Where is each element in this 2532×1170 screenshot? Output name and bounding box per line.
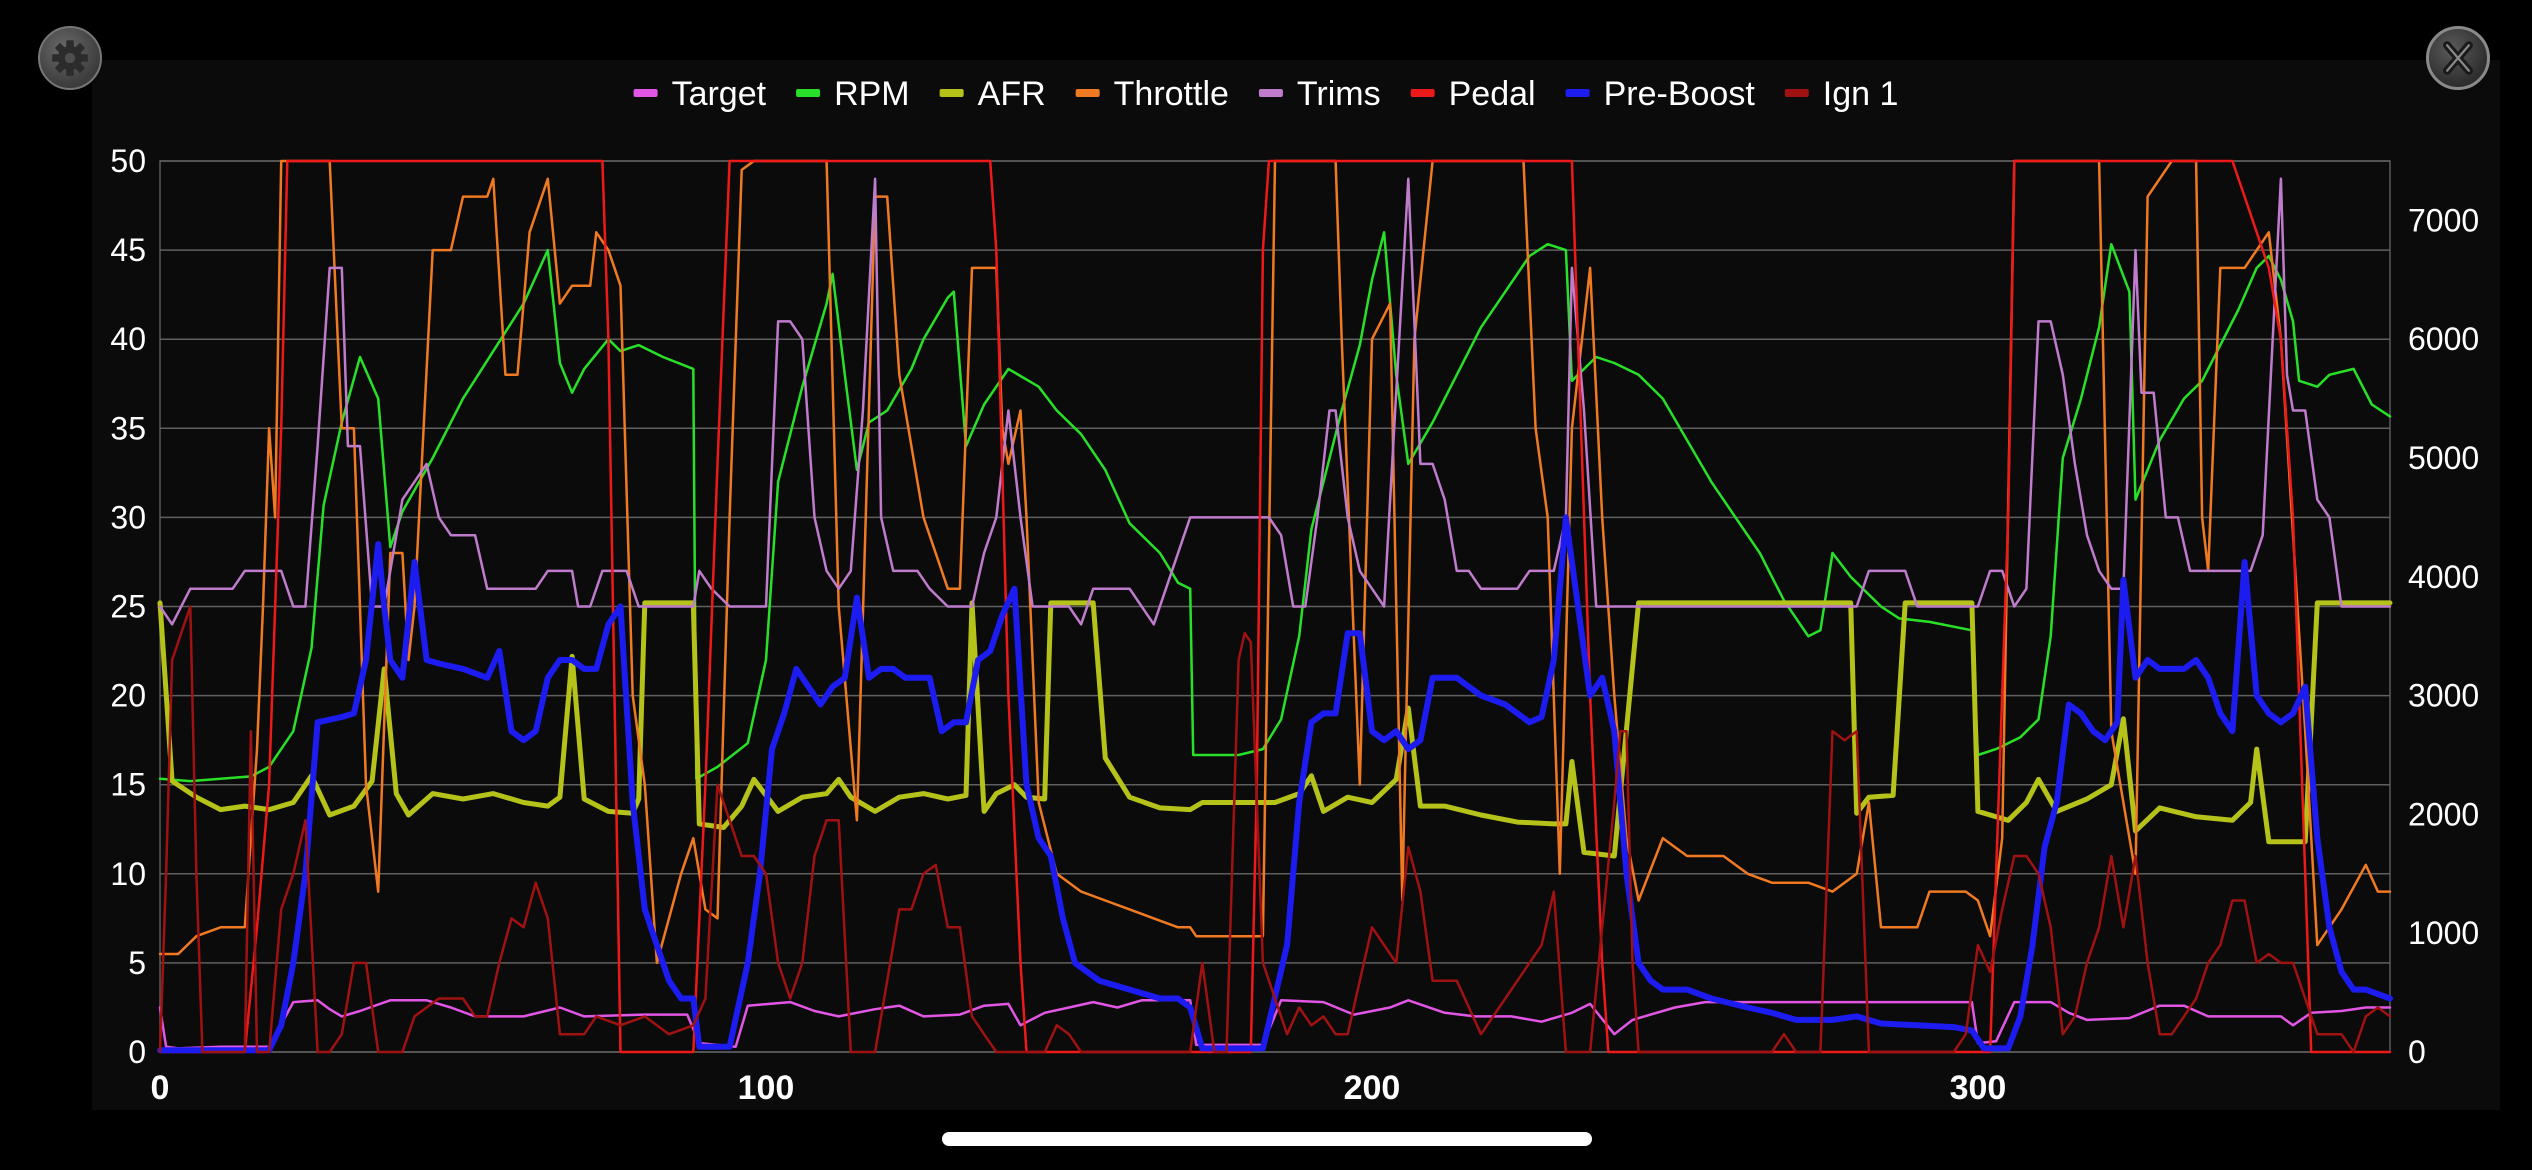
legend-label: Trims: [1297, 75, 1381, 113]
x-tick-label: 300: [1950, 1069, 2007, 1107]
x-tick-label: 100: [738, 1069, 795, 1107]
legend-swatch: [1075, 89, 1100, 97]
y-left-tick-label: 5: [128, 945, 146, 981]
legend-swatch: [1784, 89, 1809, 97]
chart-legend: Target RPM AFR Throttle Trims Pedal Pre-Boost I…: [633, 75, 1899, 113]
legend-swatch: [1565, 89, 1590, 97]
y-left-tick-label: 30: [110, 499, 146, 535]
chart-grid: [159, 160, 2391, 1053]
legend-label: Pre-Boost: [1604, 75, 1756, 113]
y-left-tick-label: 15: [110, 767, 146, 803]
y-left-tick-label: 35: [110, 410, 146, 446]
y-right-tick-label: 4000: [2408, 559, 2479, 595]
home-indicator[interactable]: [942, 1132, 1592, 1146]
y-right-tick-label: 3000: [2408, 678, 2479, 714]
legend-swatch: [796, 89, 821, 97]
legend-swatch: [1410, 89, 1435, 97]
y-right-tick-label: 7000: [2408, 202, 2479, 238]
y-right-tick-label: 5000: [2408, 440, 2479, 476]
series-line-rpm: [158, 231, 2392, 783]
line-chart: 0510152025303540455001000200030004000500…: [110, 75, 2479, 1107]
legend-swatch: [633, 89, 658, 97]
legend-label: Pedal: [1449, 75, 1536, 113]
legend-label: AFR: [978, 75, 1046, 113]
y-left-tick-label: 25: [110, 589, 146, 625]
legend-label: Target: [672, 75, 767, 113]
y-left-tick-label: 40: [110, 321, 146, 357]
y-right-tick-label: 1000: [2408, 915, 2479, 951]
y-right-tick-label: 6000: [2408, 321, 2479, 357]
x-tick-label: 200: [1344, 1069, 1401, 1107]
y-left-tick-label: 10: [110, 856, 146, 892]
y-left-tick-label: 45: [110, 232, 146, 268]
y-right-tick-label: 2000: [2408, 796, 2479, 832]
y-left-tick-label: 20: [110, 678, 146, 714]
legend-label: Throttle: [1114, 75, 1229, 113]
legend-label: Ign 1: [1823, 75, 1899, 113]
y-right-tick-label: 0: [2408, 1034, 2426, 1070]
legend-label: RPM: [834, 75, 910, 113]
x-tick-label: 0: [151, 1069, 170, 1107]
y-left-tick-label: 0: [128, 1034, 146, 1070]
legend-swatch: [1258, 89, 1283, 97]
dashboard-screen: 0 5 10 15 20 25 30 35 40 45 50 0 1000 2000 3000 4000 500…: [0, 0, 2532, 1170]
y-left-tick-label: 50: [110, 143, 146, 179]
legend-swatch: [939, 89, 964, 97]
